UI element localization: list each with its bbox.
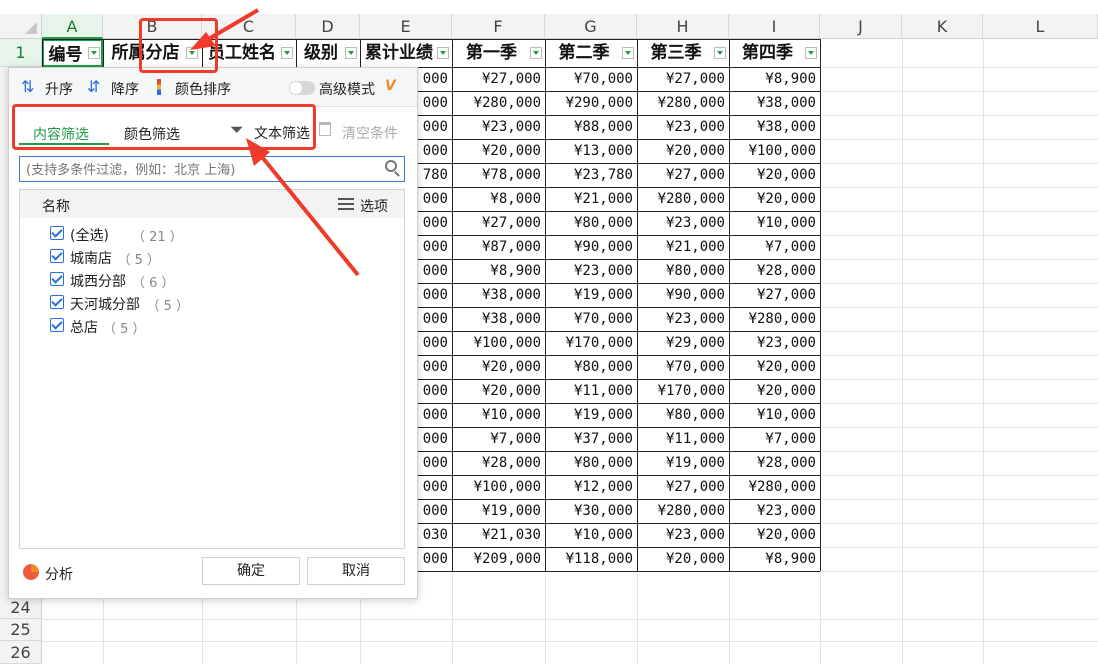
arrow-to-column-b [190,8,260,50]
annotation-arrows [190,8,360,277]
arrow-to-text-filter [246,138,360,277]
